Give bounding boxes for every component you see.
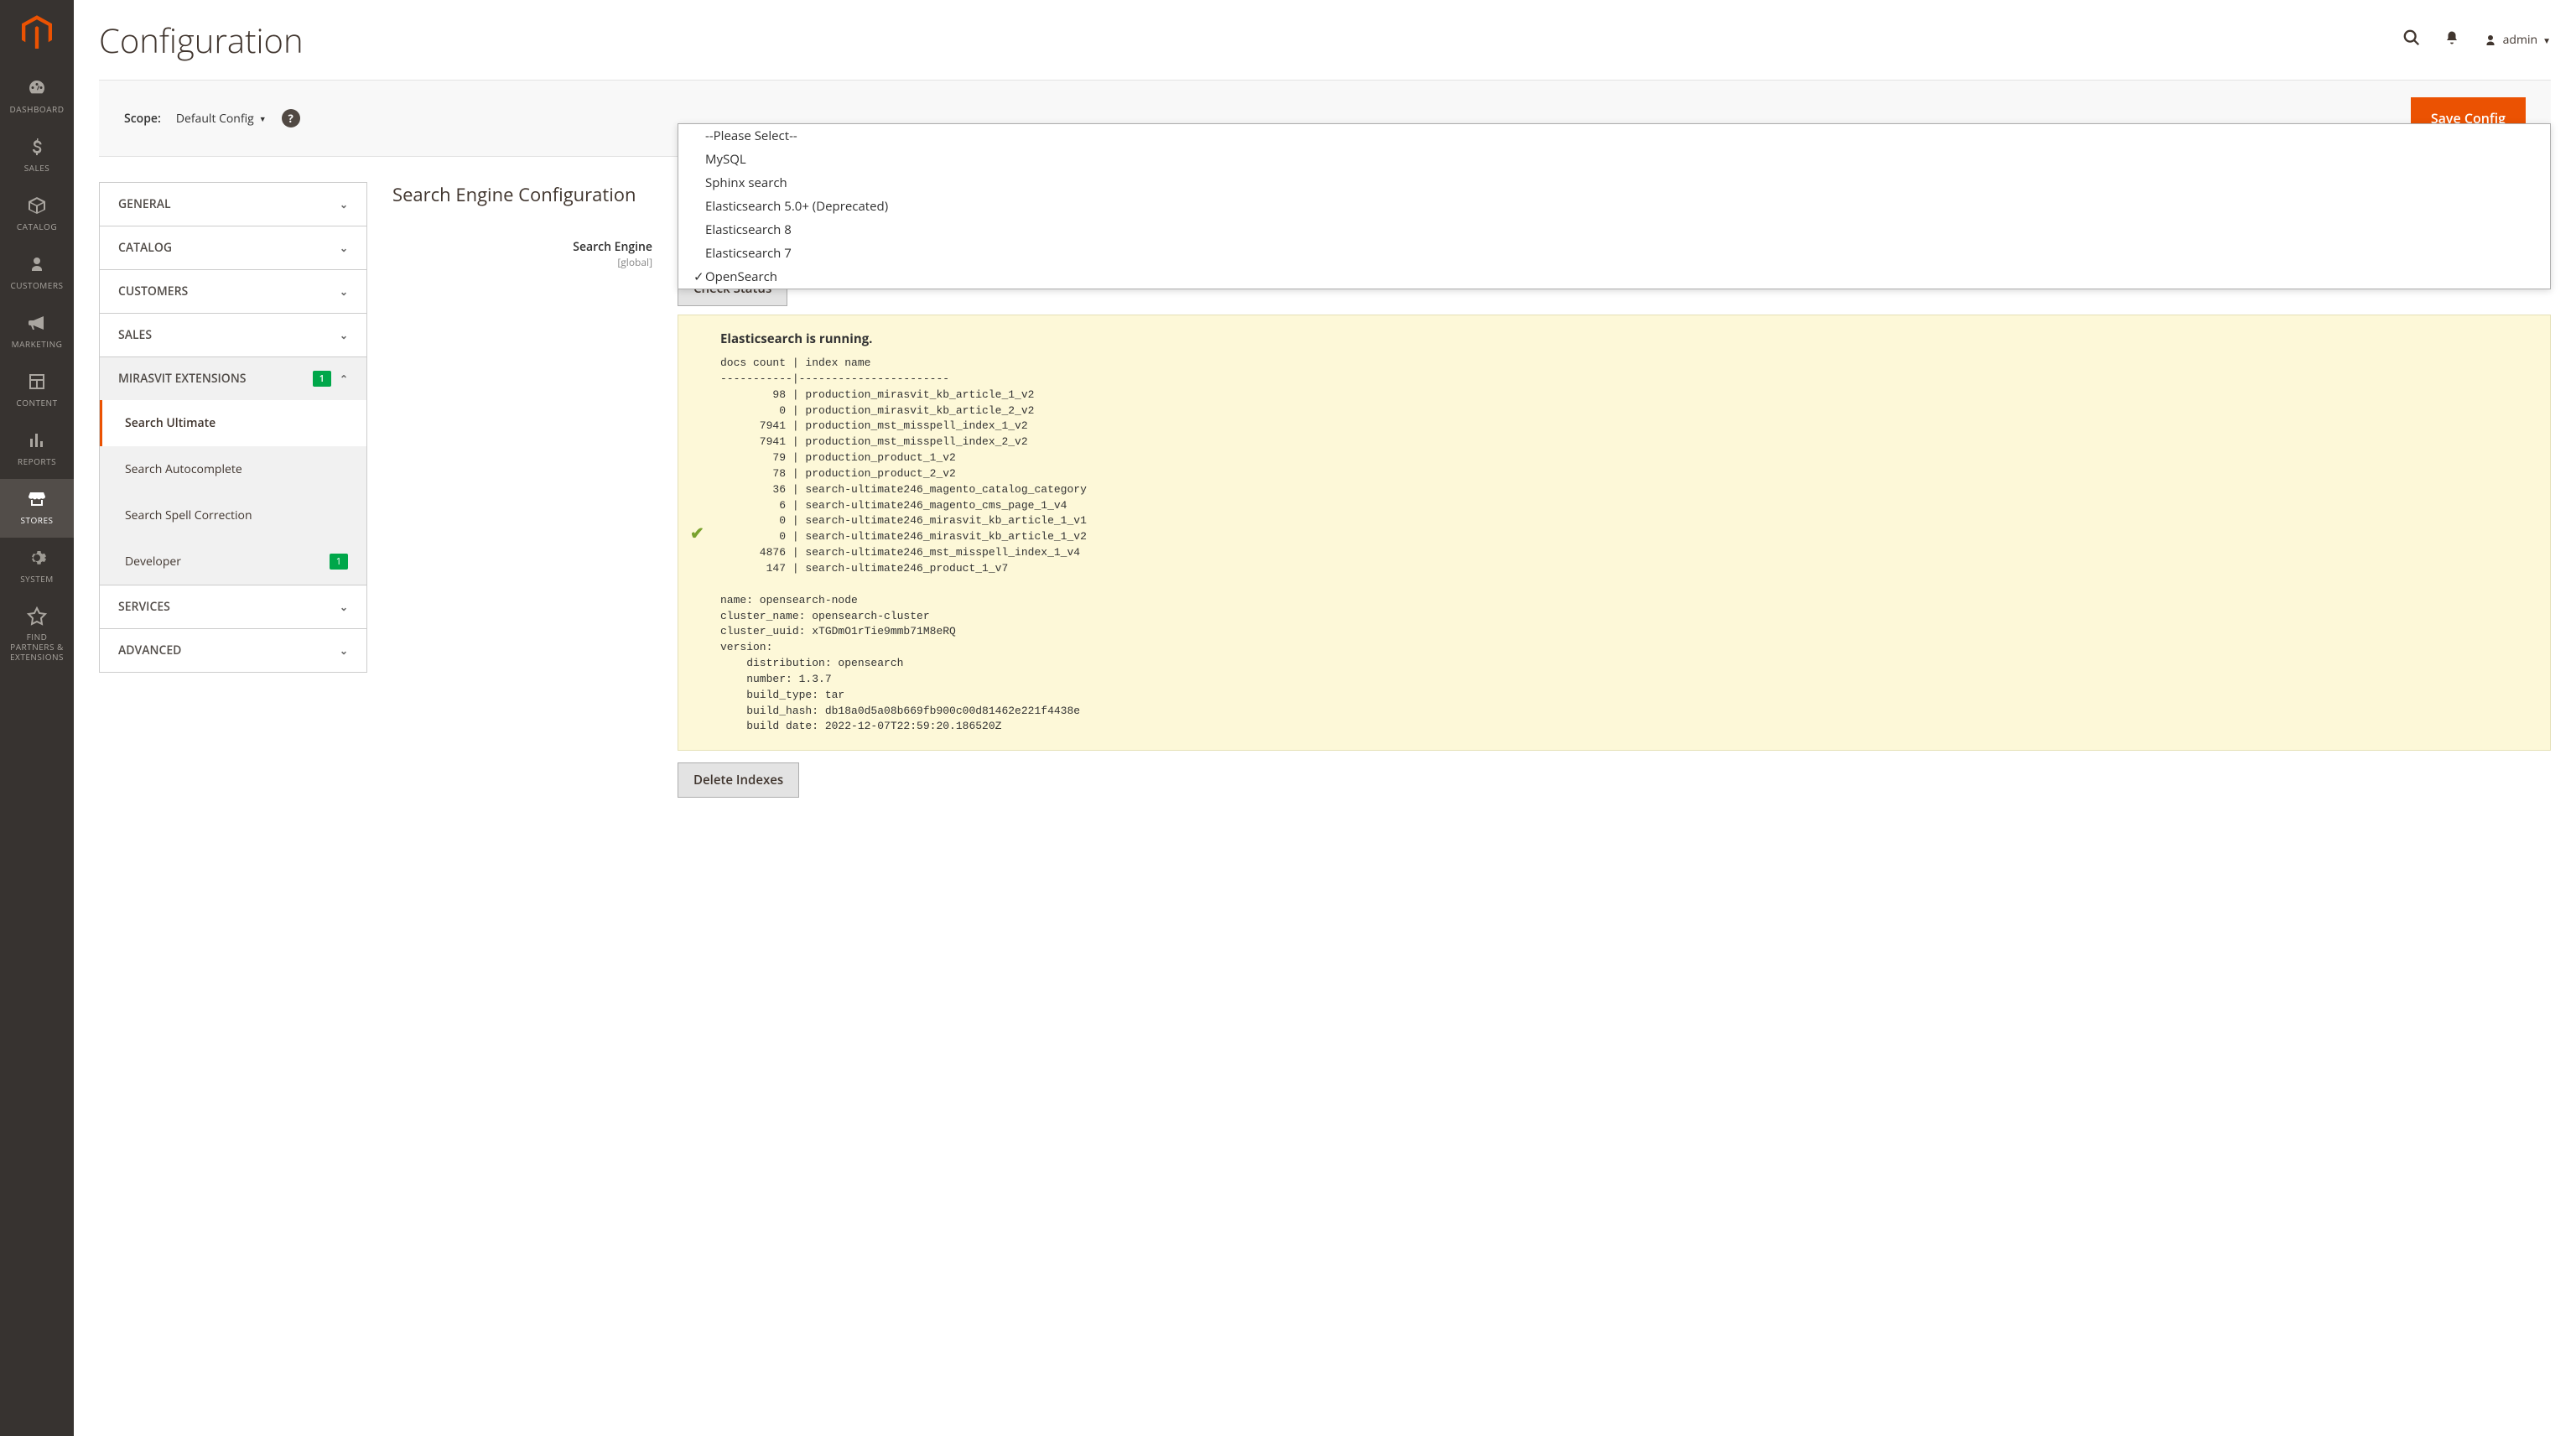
select-option[interactable]: Elasticsearch 5.0+ (Deprecated) (678, 195, 2550, 218)
nav-badge: 1 (330, 554, 348, 570)
nav-subitem-search-autocomplete[interactable]: Search Autocomplete (100, 446, 366, 492)
config-panel: Search Engine Configuration ⌃ Search Eng… (392, 182, 2551, 808)
chevron-down-icon: ⌄ (340, 241, 348, 255)
sidebar-label: MARKETING (3, 338, 70, 350)
nav-section-label: MIRASVIT EXTENSIONS (118, 371, 246, 387)
chevron-down-icon: ⌄ (340, 197, 348, 211)
search-icon[interactable] (2402, 29, 2421, 52)
nav-section-label: CATALOG (118, 240, 172, 256)
select-option[interactable]: --Please Select-- (678, 124, 2550, 148)
nav-subitem-label: Developer (125, 554, 181, 570)
chevron-down-icon: ⌄ (340, 328, 348, 342)
nav-section-sales[interactable]: SALES ⌄ (100, 314, 366, 356)
page-title: Configuration (99, 17, 304, 63)
sidebar-item-system[interactable]: SYSTEM (0, 538, 74, 596)
nav-section-services[interactable]: SERVICES ⌄ (100, 585, 366, 628)
field-scope: [global] (392, 255, 652, 269)
box-icon (3, 195, 70, 217)
stores-icon (3, 489, 70, 511)
nav-subitem-label: Search Ultimate (125, 415, 216, 431)
chevron-down-icon: ⌄ (340, 643, 348, 658)
chart-icon (3, 430, 70, 452)
admin-username: admin (2503, 32, 2537, 48)
gear-icon (3, 548, 70, 570)
scope-value: Default Config (176, 111, 254, 127)
nav-subitem-search-spell[interactable]: Search Spell Correction (100, 492, 366, 538)
chevron-down-icon: ⌄ (340, 600, 348, 614)
select-option[interactable]: MySQL (678, 148, 2550, 171)
nav-badge: 1 (313, 371, 331, 387)
nav-section-label: SALES (118, 327, 152, 343)
select-option[interactable]: Elasticsearch 7 (678, 242, 2550, 265)
dollar-icon (3, 137, 70, 159)
scope-select[interactable]: Default Config ▼ (176, 111, 267, 127)
delete-indexes-button[interactable]: Delete Indexes (678, 762, 799, 798)
megaphone-icon (3, 313, 70, 335)
sidebar-item-reports[interactable]: REPORTS (0, 420, 74, 479)
nav-section-general[interactable]: GENERAL ⌄ (100, 183, 366, 226)
sidebar-item-content[interactable]: CONTENT (0, 362, 74, 420)
sidebar-item-customers[interactable]: CUSTOMERS (0, 244, 74, 303)
sidebar-label: CONTENT (3, 397, 70, 408)
admin-sidebar: DASHBOARD SALES CATALOG CUSTOMERS MARKET… (0, 0, 74, 1436)
nav-section-label: SERVICES (118, 599, 170, 615)
status-output: docs count | index name -----------|----… (720, 356, 2530, 735)
panel-title: Search Engine Configuration (392, 182, 636, 207)
chevron-down-icon: ⌄ (340, 284, 348, 299)
page-header: Configuration admin ▼ (74, 0, 2576, 80)
select-option[interactable]: Elasticsearch 8 (678, 218, 2550, 242)
nav-subitem-label: Search Spell Correction (125, 507, 252, 523)
field-label: Search Engine (573, 239, 652, 255)
status-title: Elasticsearch is running. (720, 330, 2530, 347)
config-nav: GENERAL ⌄ CATALOG ⌄ CUSTOMERS ⌄ SALES (99, 182, 367, 808)
nav-section-advanced[interactable]: ADVANCED ⌄ (100, 629, 366, 672)
nav-section-mirasvit[interactable]: MIRASVIT EXTENSIONS 1 ⌃ (100, 357, 366, 400)
sidebar-label: STORES (3, 514, 70, 526)
select-option[interactable]: OpenSearch (678, 265, 2550, 289)
chevron-down-icon: ▼ (259, 113, 267, 124)
sidebar-label: SYSTEM (3, 573, 70, 585)
chevron-down-icon: ▼ (2542, 34, 2551, 46)
nav-subitem-search-ultimate[interactable]: Search Ultimate (100, 400, 366, 446)
nav-subitem-developer[interactable]: Developer 1 (100, 538, 366, 585)
sidebar-label: REPORTS (3, 455, 70, 467)
magento-logo[interactable] (0, 0, 74, 68)
sidebar-item-stores[interactable]: STORES (0, 479, 74, 538)
admin-user-menu[interactable]: admin ▼ (2483, 32, 2551, 48)
sidebar-item-dashboard[interactable]: DASHBOARD (0, 68, 74, 127)
sidebar-label: SALES (3, 162, 70, 174)
nav-section-label: GENERAL (118, 196, 171, 212)
person-icon (3, 254, 70, 276)
search-engine-field: Search Engine [global] --Please Select--… (392, 234, 2551, 798)
sidebar-item-sales[interactable]: SALES (0, 127, 74, 185)
nav-section-catalog[interactable]: CATALOG ⌄ (100, 226, 366, 269)
help-icon[interactable]: ? (282, 109, 300, 127)
select-option[interactable]: Sphinx search (678, 171, 2550, 195)
nav-section-customers[interactable]: CUSTOMERS ⌄ (100, 270, 366, 313)
bell-icon[interactable] (2444, 29, 2459, 51)
sidebar-label: FIND PARTNERS & EXTENSIONS (3, 632, 70, 662)
sidebar-label: CATALOG (3, 221, 70, 232)
content-icon (3, 372, 70, 393)
sidebar-item-catalog[interactable]: CATALOG (0, 185, 74, 244)
scope-label: Scope: (124, 111, 161, 127)
status-box: ✔ Elasticsearch is running. docs count |… (678, 315, 2551, 751)
nav-section-label: CUSTOMERS (118, 284, 188, 299)
search-engine-select[interactable]: --Please Select-- MySQL Sphinx search El… (678, 123, 2551, 289)
partners-icon (3, 606, 70, 628)
nav-section-label: ADVANCED (118, 643, 181, 658)
sidebar-item-partners[interactable]: FIND PARTNERS & EXTENSIONS (0, 596, 74, 674)
sidebar-label: DASHBOARD (3, 103, 70, 115)
chevron-up-icon: ⌃ (340, 372, 348, 386)
dashboard-icon (3, 78, 70, 100)
nav-subitem-label: Search Autocomplete (125, 461, 242, 477)
sidebar-label: CUSTOMERS (3, 279, 70, 291)
check-icon: ✔ (690, 522, 704, 544)
sidebar-item-marketing[interactable]: MARKETING (0, 303, 74, 362)
